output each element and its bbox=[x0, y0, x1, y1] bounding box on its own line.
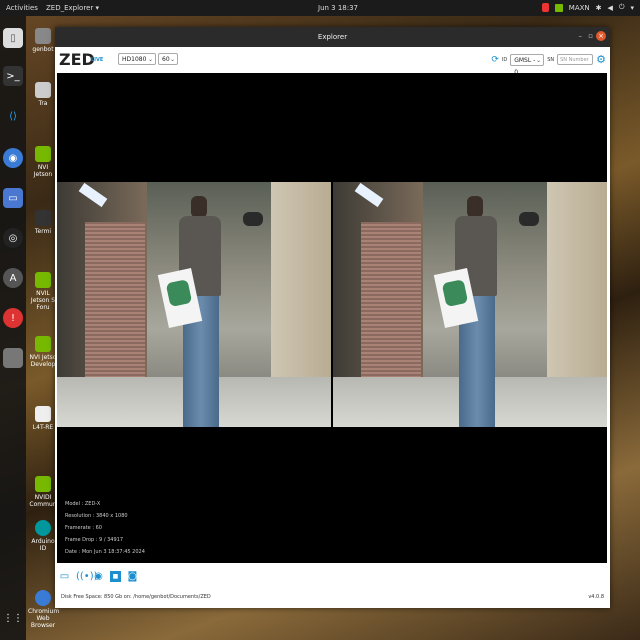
version-label: v4.0.8 bbox=[588, 594, 604, 600]
trash-icon[interactable] bbox=[3, 348, 23, 368]
left-camera-view bbox=[57, 182, 331, 427]
chevron-down-icon: ⌄ bbox=[147, 56, 153, 63]
desktop-icon-chromium[interactable]: Chromium Web Browser bbox=[28, 590, 59, 629]
person bbox=[433, 196, 499, 427]
screenshot-icon[interactable]: ▭ bbox=[3, 188, 23, 208]
live-badge: LIVE bbox=[91, 57, 104, 63]
obs-icon[interactable]: ◎ bbox=[3, 228, 23, 248]
bottom-toolbar: ▭ ((•)) ◉ ■ ◙ bbox=[59, 571, 138, 582]
camera-controls: ⟳ ID GMSL - 0 ⌄ SN SN Number ⚙ bbox=[491, 53, 606, 76]
explorer-window: Explorer – ▫ × ZED LIVE HD1080 ⌄ 60 ⌄ ⟳ ID… bbox=[55, 27, 610, 608]
info-model: Model : ZED-X bbox=[65, 501, 101, 507]
software-icon[interactable]: A bbox=[3, 268, 23, 288]
desktop-icon-arduino[interactable]: Arduino ID bbox=[28, 520, 58, 552]
dock: ▯ >_ ⟨⟩ ◉ ▭ ◎ A ! ⋮⋮ bbox=[0, 16, 26, 640]
toolbar: ZED LIVE HD1080 ⌄ 60 ⌄ ⟳ ID GMSL - 0 ⌄ SN S… bbox=[55, 47, 610, 76]
volume-icon[interactable]: ◀ bbox=[608, 4, 613, 12]
chevron-down-icon[interactable]: ▾ bbox=[630, 4, 634, 12]
vscode-icon[interactable]: ⟨⟩ bbox=[3, 106, 23, 126]
desktop-icon-trash[interactable]: Tra bbox=[28, 82, 58, 107]
broadcast-icon[interactable]: ((•)) bbox=[76, 571, 98, 582]
desktop-icon-l4t[interactable]: L4T-RE bbox=[28, 406, 58, 431]
top-bar: Activities ZED_Explorer ▾ Jun 3 18:37 MA… bbox=[0, 0, 640, 16]
sensor-icon[interactable]: ◉ bbox=[93, 571, 104, 582]
folder-icon[interactable]: ▭ bbox=[59, 571, 70, 582]
info-resolution: Resolution : 3840 x 1080 bbox=[65, 513, 128, 519]
camera-info-overlay: Model : ZED-X Resolution : 3840 x 1080 F… bbox=[65, 498, 145, 558]
gear-icon[interactable]: ⚙ bbox=[596, 53, 606, 66]
terminal-icon[interactable]: >_ bbox=[3, 66, 23, 86]
info-framerate: Framerate : 60 bbox=[65, 525, 102, 531]
nvidia-icon[interactable] bbox=[554, 3, 563, 12]
right-camera-view bbox=[333, 182, 607, 427]
sn-label: SN bbox=[547, 56, 555, 63]
window-title: Explorer bbox=[317, 33, 348, 41]
desktop-icon-forum[interactable]: NVIL Jetson S Foru bbox=[28, 272, 58, 311]
system-tray[interactable]: MAXN ✱ ◀ ⏻ ▾ bbox=[541, 3, 634, 12]
chevron-down-icon: ⌄ bbox=[169, 56, 175, 63]
id-label: ID bbox=[501, 56, 508, 63]
snapshot-icon[interactable]: ◙ bbox=[127, 571, 138, 582]
desktop-icon-community[interactable]: NVIDI Commun bbox=[28, 476, 58, 508]
video-icon[interactable]: ■ bbox=[110, 571, 121, 582]
info-date: Date : Mon Jun 3 18:37:45 2024 bbox=[65, 549, 145, 555]
camera-id-select[interactable]: GMSL - 0 ⌄ bbox=[510, 53, 545, 76]
refresh-icon[interactable]: ⟳ bbox=[491, 55, 499, 65]
info-frame-drop: Frame Drop : 9 / 34917 bbox=[65, 537, 124, 543]
resolution-select[interactable]: HD1080 ⌄ bbox=[118, 53, 156, 65]
bluetooth-icon[interactable]: ✱ bbox=[596, 4, 602, 12]
help-icon[interactable]: ! bbox=[3, 308, 23, 328]
desktop-icon-terminal[interactable]: Termi bbox=[28, 210, 58, 235]
maximize-button[interactable]: ▫ bbox=[588, 32, 593, 40]
fps-select[interactable]: 60 ⌄ bbox=[158, 53, 178, 65]
cctv-camera bbox=[519, 212, 539, 226]
power-mode-label[interactable]: MAXN bbox=[569, 4, 590, 12]
desktop-icons: genbot Tra NVI Jetson Termi NVIL Jetson … bbox=[26, 16, 59, 640]
desktop-icon-developer[interactable]: NVI Jetso Develop bbox=[28, 336, 58, 368]
disk-status: Disk Free Space: 850 Gb on: /home/genbot… bbox=[61, 594, 211, 600]
app-menu[interactable]: ZED_Explorer ▾ bbox=[46, 4, 99, 12]
close-button[interactable]: × bbox=[596, 31, 606, 41]
chevron-down-icon: ⌄ bbox=[536, 56, 542, 64]
cctv-camera bbox=[243, 212, 263, 226]
minimize-button[interactable]: – bbox=[579, 32, 583, 40]
zed-logo: ZED bbox=[59, 50, 95, 69]
desktop-icon-home[interactable]: genbot bbox=[28, 28, 58, 53]
show-apps-icon[interactable]: ⋮⋮ bbox=[3, 608, 23, 628]
clock[interactable]: Jun 3 18:37 bbox=[318, 4, 358, 12]
record-icon[interactable] bbox=[541, 3, 549, 12]
desktop-icon-nvidia[interactable]: NVI Jetson bbox=[28, 146, 58, 178]
files-icon[interactable]: ▯ bbox=[3, 28, 23, 48]
power-icon[interactable]: ⏻ bbox=[619, 3, 625, 12]
chromium-icon[interactable]: ◉ bbox=[3, 148, 23, 168]
person bbox=[157, 196, 223, 427]
sn-input[interactable]: SN Number bbox=[557, 54, 594, 65]
activities-button[interactable]: Activities bbox=[6, 4, 38, 12]
title-bar[interactable]: Explorer – ▫ × bbox=[55, 27, 610, 47]
video-viewer[interactable]: Model : ZED-X Resolution : 3840 x 1080 F… bbox=[57, 73, 607, 563]
